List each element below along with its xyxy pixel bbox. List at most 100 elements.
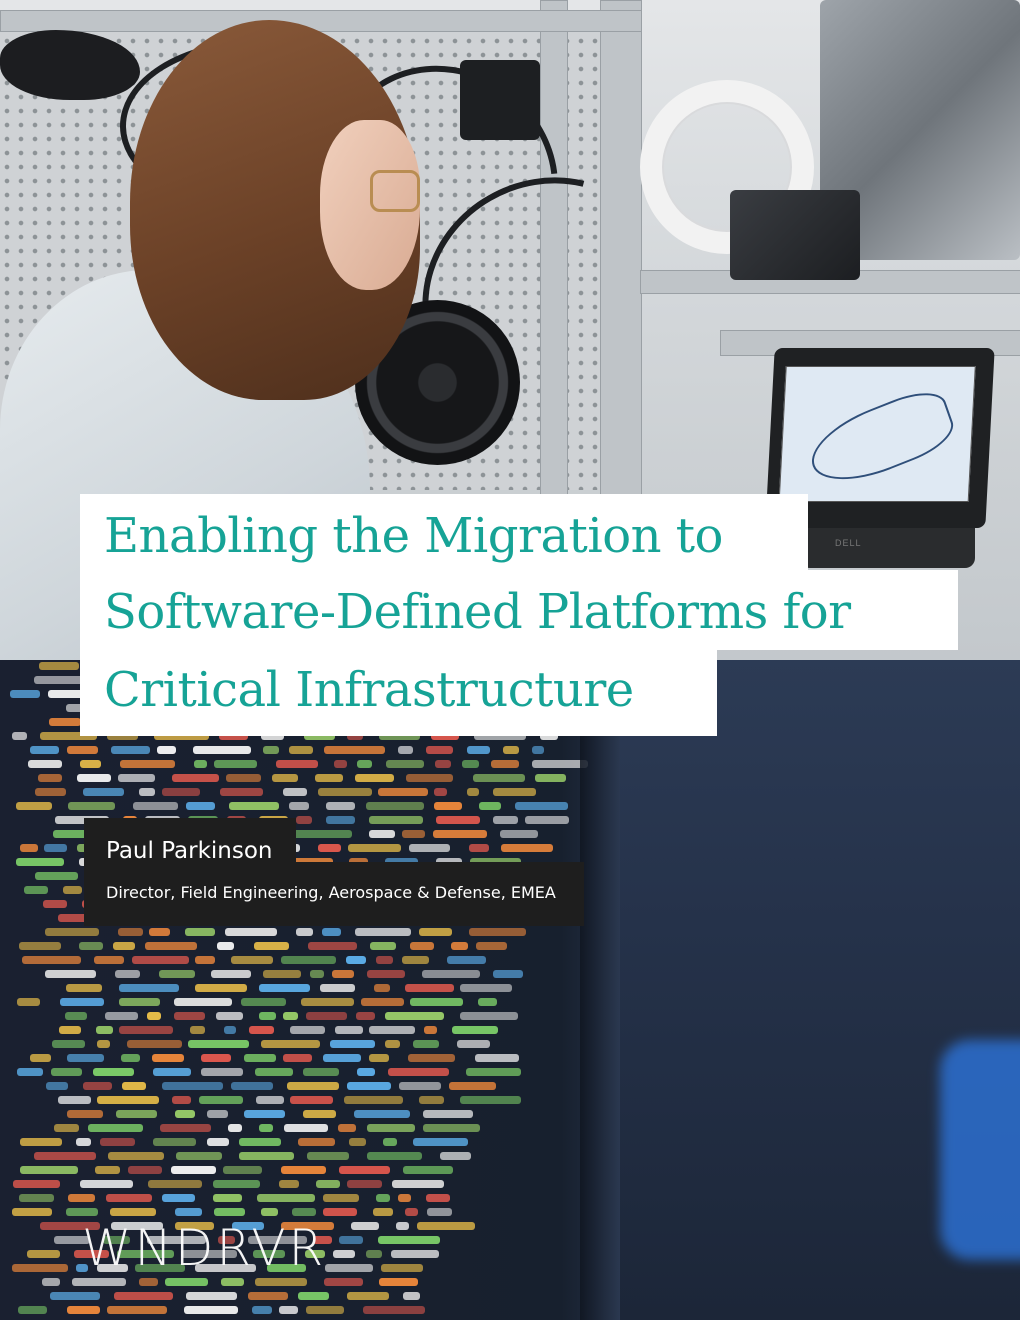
code-token (331, 970, 354, 978)
code-token (184, 1306, 239, 1314)
code-token (162, 788, 201, 796)
code-token (306, 1012, 347, 1020)
code-token (424, 1026, 438, 1034)
code-token (381, 1264, 424, 1272)
code-token (338, 1166, 390, 1174)
code-token (452, 1026, 498, 1034)
code-token (113, 1292, 174, 1300)
code-token (33, 1152, 96, 1160)
code-token (357, 760, 373, 768)
code-token (404, 984, 454, 992)
code-token (10, 690, 41, 698)
code-token (107, 1152, 164, 1160)
code-token (290, 830, 353, 838)
code-token (221, 1278, 244, 1286)
code-token (403, 1166, 454, 1174)
code-token (18, 1306, 48, 1314)
code-token (213, 760, 258, 768)
code-token (28, 760, 62, 768)
code-token (423, 1110, 474, 1118)
code-token (12, 1208, 52, 1216)
code-token (161, 1082, 223, 1090)
code-token (410, 942, 435, 950)
code-token (323, 746, 385, 754)
code-token (525, 816, 570, 824)
code-token (42, 1278, 61, 1286)
code-token (339, 1236, 363, 1244)
code-token (334, 760, 347, 768)
code-token (261, 1208, 279, 1216)
code-token (278, 1180, 300, 1188)
code-token (66, 1054, 104, 1062)
code-token (225, 774, 261, 782)
code-token (175, 1208, 203, 1216)
code-token (188, 1040, 250, 1048)
code-token (434, 760, 451, 768)
code-token (19, 1138, 62, 1146)
code-token (185, 928, 215, 936)
code-token (366, 970, 405, 978)
code-token (120, 760, 175, 768)
code-token (78, 942, 103, 950)
code-token (260, 1040, 320, 1048)
code-token (385, 760, 424, 768)
author-name: Paul Parkinson (106, 838, 273, 864)
code-token (227, 1124, 243, 1132)
code-token (408, 844, 450, 852)
code-token (253, 942, 289, 950)
code-token (119, 998, 161, 1006)
code-token (306, 1152, 349, 1160)
code-token (348, 1138, 366, 1146)
code-token (66, 1306, 101, 1314)
code-token (239, 1138, 282, 1146)
code-token (206, 1110, 229, 1118)
code-token (195, 984, 247, 992)
code-token (323, 1054, 362, 1062)
code-token (449, 1082, 496, 1090)
code-token (301, 998, 355, 1006)
code-token (329, 1040, 375, 1048)
code-token (365, 802, 424, 810)
code-token (433, 788, 447, 796)
code-token (346, 1180, 382, 1188)
code-token (97, 1040, 110, 1048)
code-token (500, 844, 554, 852)
code-token (286, 1082, 340, 1090)
code-token (346, 1292, 390, 1300)
code-token (152, 1068, 191, 1076)
laptop-base (800, 528, 975, 568)
code-token (251, 1306, 273, 1314)
code-token (200, 1068, 243, 1076)
code-token (128, 1166, 162, 1174)
code-token (421, 970, 481, 978)
code-token (373, 1208, 393, 1216)
code-token (118, 984, 180, 992)
code-token (375, 956, 393, 964)
code-token (97, 1096, 159, 1104)
code-token (378, 1278, 419, 1286)
code-token (422, 1124, 481, 1132)
code-token (116, 1110, 158, 1118)
code-token (351, 1222, 380, 1230)
code-token (531, 746, 544, 754)
code-token (282, 788, 307, 796)
code-token (280, 1166, 326, 1174)
code-token (406, 774, 454, 782)
code-token (82, 1082, 112, 1090)
code-token (199, 1096, 244, 1104)
code-token (335, 1026, 363, 1034)
code-token (212, 1180, 260, 1188)
code-token (17, 1068, 44, 1076)
code-token (297, 1292, 330, 1300)
code-token (403, 1292, 421, 1300)
code-token (210, 970, 251, 978)
code-token (296, 816, 312, 824)
code-token (121, 1054, 140, 1062)
code-token (477, 998, 497, 1006)
code-token (355, 1012, 376, 1020)
code-token (122, 1082, 146, 1090)
code-token (231, 1082, 274, 1090)
code-token (272, 774, 299, 782)
code-token (346, 956, 366, 964)
code-token (223, 1166, 262, 1174)
